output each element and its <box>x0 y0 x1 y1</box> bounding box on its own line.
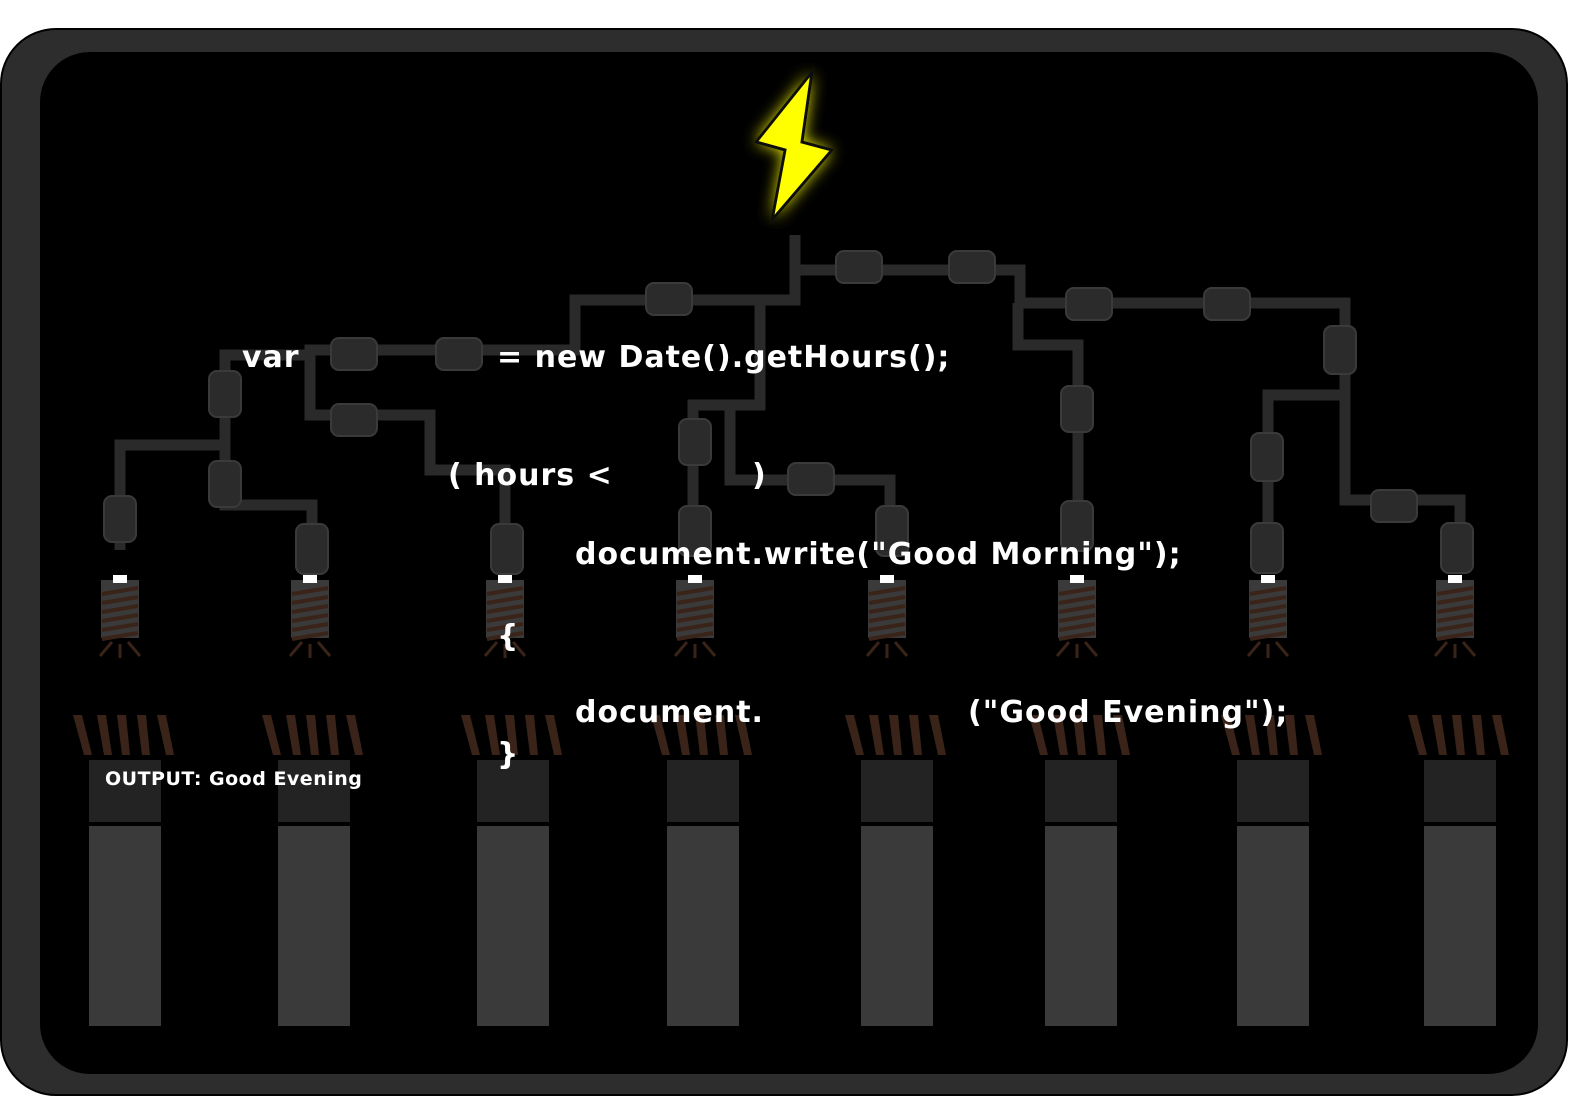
light-bulb-icon <box>1055 575 1099 658</box>
battery-socket-icon <box>845 715 946 1026</box>
code-slot[interactable] <box>645 282 693 316</box>
code-slot[interactable] <box>787 462 835 496</box>
battery-sockets <box>73 715 1509 1026</box>
code-slot[interactable] <box>208 460 242 508</box>
output-label: OUTPUT: Good Evening <box>105 768 363 790</box>
battery-socket-icon <box>651 715 752 1026</box>
light-bulb-icon <box>865 575 909 658</box>
lightning-bolt-icon <box>753 66 835 226</box>
code-slot[interactable] <box>435 337 483 371</box>
code-slot[interactable] <box>948 250 996 284</box>
code-line-1: = new Date().getHours(); <box>497 340 951 375</box>
code-slot[interactable] <box>1060 385 1094 433</box>
code-slot[interactable] <box>1065 287 1113 321</box>
code-line-5-suffix: ("Good Evening"); <box>968 695 1289 730</box>
code-line-2-open: ( hours < <box>448 458 613 493</box>
code-slot[interactable] <box>835 250 883 284</box>
code-line-2-close: ) <box>752 458 767 493</box>
code-slot[interactable] <box>678 418 712 466</box>
battery-socket-icon <box>262 715 363 1026</box>
battery-socket-icon <box>1029 715 1130 1026</box>
code-slot[interactable] <box>1203 287 1251 321</box>
code-slot[interactable] <box>1250 432 1284 482</box>
code-slot[interactable] <box>1250 522 1284 574</box>
circuit-wires <box>114 235 1466 550</box>
code-slot[interactable] <box>490 523 524 575</box>
code-brace-open: { <box>497 619 520 654</box>
code-keyword-var: var <box>242 340 300 375</box>
code-brace-close: } <box>497 737 520 772</box>
battery-socket-icon <box>1221 715 1322 1026</box>
code-slot[interactable] <box>103 495 137 543</box>
code-line-5-prefix: document. <box>575 695 764 730</box>
light-bulb-icon <box>1246 575 1290 658</box>
light-bulb-icon <box>98 575 142 658</box>
code-slot[interactable] <box>208 370 242 418</box>
code-slot[interactable] <box>1370 489 1418 523</box>
light-bulbs <box>98 575 1477 658</box>
code-line-3: document.write("Good Morning"); <box>575 537 1182 572</box>
light-bulb-icon <box>673 575 717 658</box>
battery-socket-icon <box>1408 715 1509 1026</box>
code-slot[interactable] <box>295 523 329 575</box>
code-slot[interactable] <box>330 403 378 437</box>
code-slot[interactable] <box>1323 325 1357 375</box>
code-slot[interactable] <box>330 337 378 371</box>
light-bulb-icon <box>1433 575 1477 658</box>
battery-socket-icon <box>73 715 174 1026</box>
light-bulb-icon <box>288 575 332 658</box>
code-slot[interactable] <box>1440 522 1474 574</box>
